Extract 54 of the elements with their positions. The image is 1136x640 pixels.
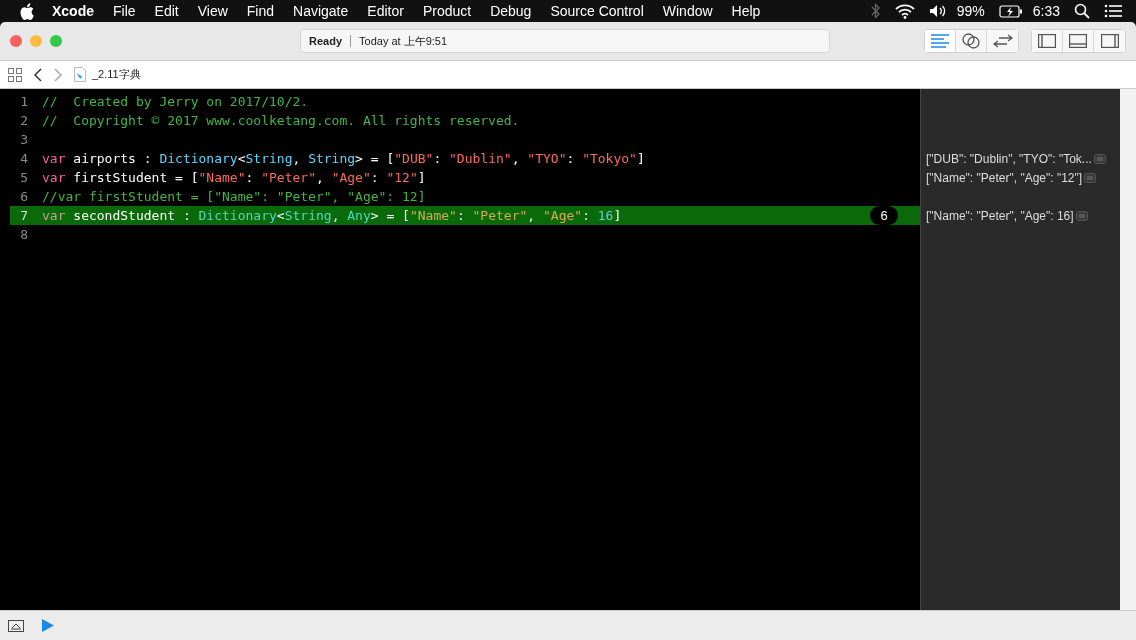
menu-item[interactable]: Edit (154, 3, 179, 19)
line-number: 4 (19, 151, 29, 166)
menu-item[interactable]: Find (246, 3, 275, 19)
search-icon[interactable] (1074, 3, 1090, 19)
battery-percentage: 99% (956, 3, 985, 19)
code-line: //var firstStudent = ["Name": "Peter", "Age": 12] (42, 189, 426, 204)
code-line: var secondStudent : Dictionary<String, Any> = ["Name": "Peter", "Age": 16] (42, 208, 622, 223)
run-icon[interactable] (42, 619, 54, 632)
right-panel-icon (1100, 34, 1119, 48)
two-arrows-icon (992, 34, 1013, 48)
code-line: // Created by Jerry on 2017/10/2. (42, 94, 309, 109)
overlapping-circles-icon (962, 33, 980, 49)
file-breadcrumb[interactable]: _2.11字典 (92, 67, 141, 82)
menu-item[interactable]: Source Control (550, 3, 644, 19)
lines-icon (931, 34, 949, 48)
navigator-toggle-button[interactable] (1032, 30, 1063, 52)
swift-file-icon (74, 67, 86, 82)
menu-item[interactable]: File (113, 3, 136, 19)
menu-item[interactable]: Debug (490, 3, 532, 19)
grid-icon[interactable] (8, 67, 22, 82)
activity-time: Today at 上午9:51 (359, 33, 448, 49)
result-value: ["Name": "Peter", "Age": 16] (926, 208, 1074, 223)
line-number: 8 (19, 227, 29, 242)
list-icon[interactable] (1104, 4, 1122, 18)
menu-bar-clock[interactable]: 6:33 (1032, 3, 1060, 19)
battery-charging-icon[interactable] (998, 4, 1023, 18)
back-icon[interactable] (34, 67, 42, 82)
result-count-badge[interactable]: 6 (870, 206, 898, 225)
menu-item[interactable]: Help (731, 3, 761, 19)
bottom-panel-icon (1069, 34, 1087, 48)
menu-item[interactable]: View (197, 3, 228, 19)
line-number: 3 (19, 132, 29, 147)
wifi-icon[interactable] (894, 3, 915, 19)
code-line: var firstStudent = ["Name": "Peter", "Age": "12"] (42, 170, 426, 185)
menu-item[interactable]: Product (422, 3, 472, 19)
apple-logo-icon[interactable] (20, 2, 34, 20)
left-panel-icon (1038, 34, 1056, 48)
result-value: ["DUB": "Dublin", "TYO": "Tok... (926, 151, 1092, 166)
line-number: 7 (19, 208, 29, 223)
line-number: 6 (19, 189, 29, 204)
menu-item[interactable]: Window (662, 3, 713, 19)
code-line: var airports : Dictionary<String, String> = ["DUB": "Dublin", "TYO": "Tokyo"] (42, 151, 645, 166)
line-number: 5 (19, 170, 29, 185)
result-value: ["Name": "Peter", "Age": "12"] (926, 170, 1083, 185)
menu-item[interactable]: Editor (367, 3, 404, 19)
volume-icon[interactable] (928, 4, 947, 18)
hide-debug-area-icon[interactable] (8, 619, 24, 632)
menu-item[interactable]: Xcode (52, 3, 94, 19)
build-status: Ready (309, 35, 343, 47)
menu-item[interactable]: Navigate (293, 3, 349, 19)
bluetooth-icon[interactable] (870, 3, 881, 19)
line-number: 1 (19, 94, 29, 109)
line-number: 2 (19, 113, 29, 128)
code-line: // Copyright © 2017 www.coolketang.com. All rights reserved. (42, 113, 520, 128)
